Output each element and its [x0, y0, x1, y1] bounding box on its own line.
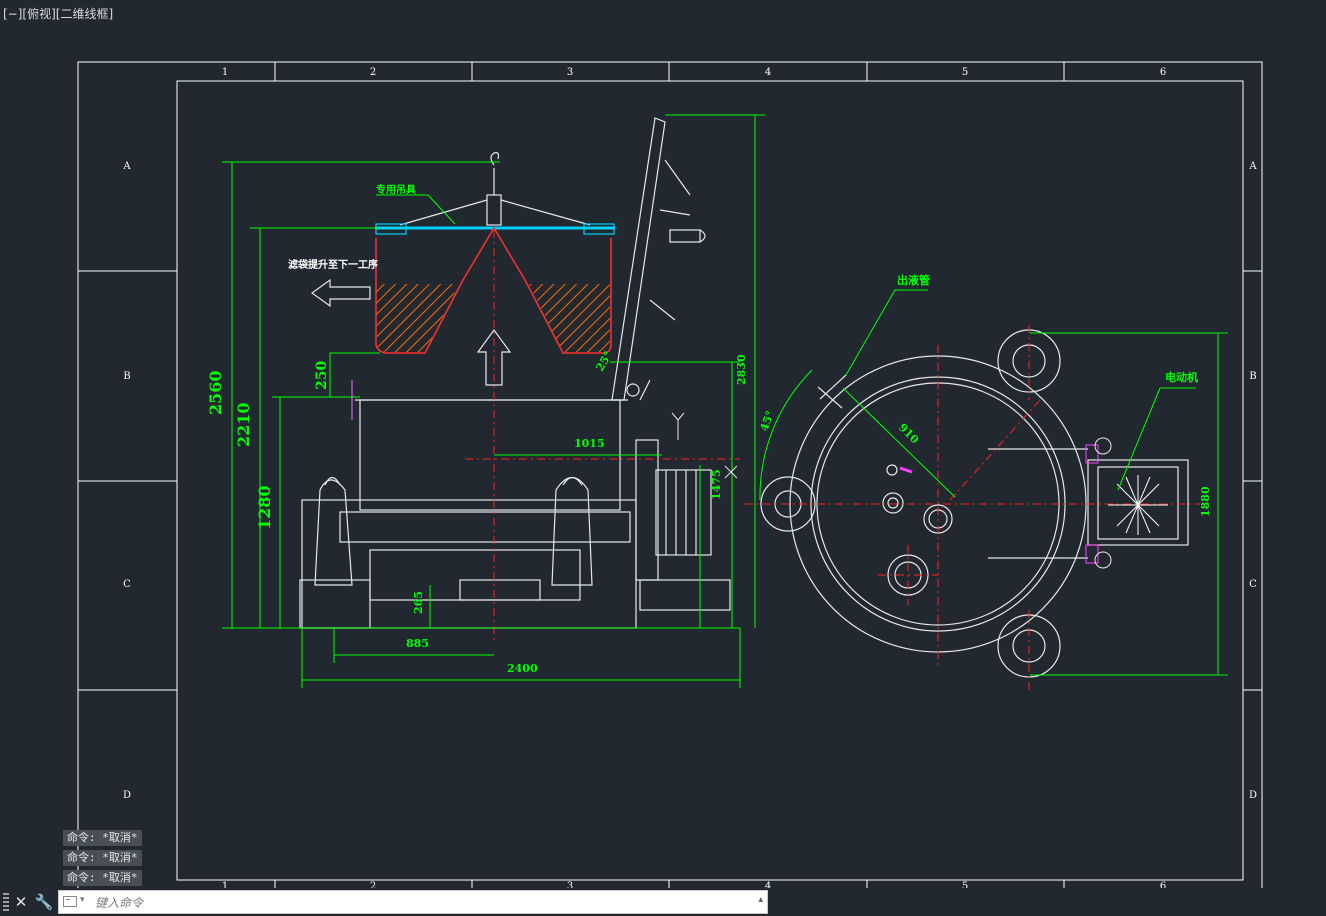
chevron-up-icon[interactable]: ▴	[758, 895, 763, 905]
hoist-label: 专用吊具	[376, 183, 416, 196]
command-input[interactable]	[93, 893, 737, 913]
col-label: 3	[567, 881, 573, 888]
top-dimensions	[759, 289, 1228, 676]
top-centerlines	[745, 325, 1200, 690]
dim-2560: 2560	[206, 370, 225, 415]
col-label: 5	[962, 67, 968, 78]
dim-angle-45: 45°	[758, 409, 777, 433]
outlet-pipe-label: 出液管	[897, 273, 930, 287]
command-input-box[interactable]: ▾ ▴	[58, 890, 768, 914]
drag-handle-icon[interactable]	[3, 893, 9, 911]
command-bar: ✕ 🔧 ▾ ▴	[0, 889, 768, 915]
col-label: 4	[765, 67, 771, 78]
dim-1280: 1280	[255, 485, 274, 530]
drawing-frame	[77, 61, 1263, 888]
col-label: 1	[222, 881, 228, 888]
row-label: C	[1249, 579, 1257, 590]
col-label: 2	[370, 67, 376, 78]
row-label: D	[123, 790, 131, 801]
row-label: A	[1248, 161, 1257, 172]
top-dimension-labels: 1880 910 45° 出液管 电动机	[758, 273, 1212, 517]
dim-1880: 1880	[1199, 486, 1212, 517]
drawing-canvas[interactable]: 1 2 3 4 5 6 1 2 3 4 5 6 A B C D A B C D	[0, 0, 1326, 888]
prompt-icon[interactable]	[63, 896, 77, 907]
col-label: 6	[1160, 67, 1166, 78]
row-label: A	[122, 161, 131, 172]
command-history-line: 命令: *取消*	[63, 830, 142, 846]
wrench-icon[interactable]: 🔧	[34, 891, 54, 913]
command-history-line: 命令: *取消*	[63, 870, 142, 886]
frame-labels: 1 2 3 4 5 6 1 2 3 4 5 6 A B C D A B C D	[122, 67, 1257, 888]
col-label: 5	[962, 881, 968, 888]
dim-1015: 1015	[574, 437, 605, 450]
col-label: 2	[370, 881, 376, 888]
row-label: B	[1249, 371, 1256, 382]
dim-2210: 2210	[234, 402, 253, 447]
chevron-down-icon[interactable]: ▾	[80, 895, 85, 905]
lift-note: 滤袋提升至下一工序	[288, 258, 378, 271]
col-label: 4	[765, 881, 771, 888]
dim-885: 885	[406, 637, 429, 650]
ucs-icon	[671, 412, 738, 479]
col-label: 1	[222, 67, 228, 78]
dim-2400: 2400	[507, 662, 538, 675]
motor-fan-icon	[1108, 475, 1168, 535]
motor-label: 电动机	[1165, 370, 1198, 384]
command-history-line: 命令: *取消*	[63, 850, 142, 866]
col-label: 6	[1160, 881, 1166, 888]
dim-1475: 1475	[710, 469, 723, 500]
dim-2830: 2830	[735, 354, 748, 385]
col-label: 3	[567, 67, 573, 78]
row-label: B	[123, 371, 130, 382]
row-label: C	[123, 579, 131, 590]
dim-265: 265	[412, 591, 425, 614]
close-icon[interactable]: ✕	[13, 891, 29, 913]
side-view	[299, 117, 731, 629]
row-label: D	[1249, 790, 1257, 801]
dim-250: 250	[314, 361, 330, 390]
